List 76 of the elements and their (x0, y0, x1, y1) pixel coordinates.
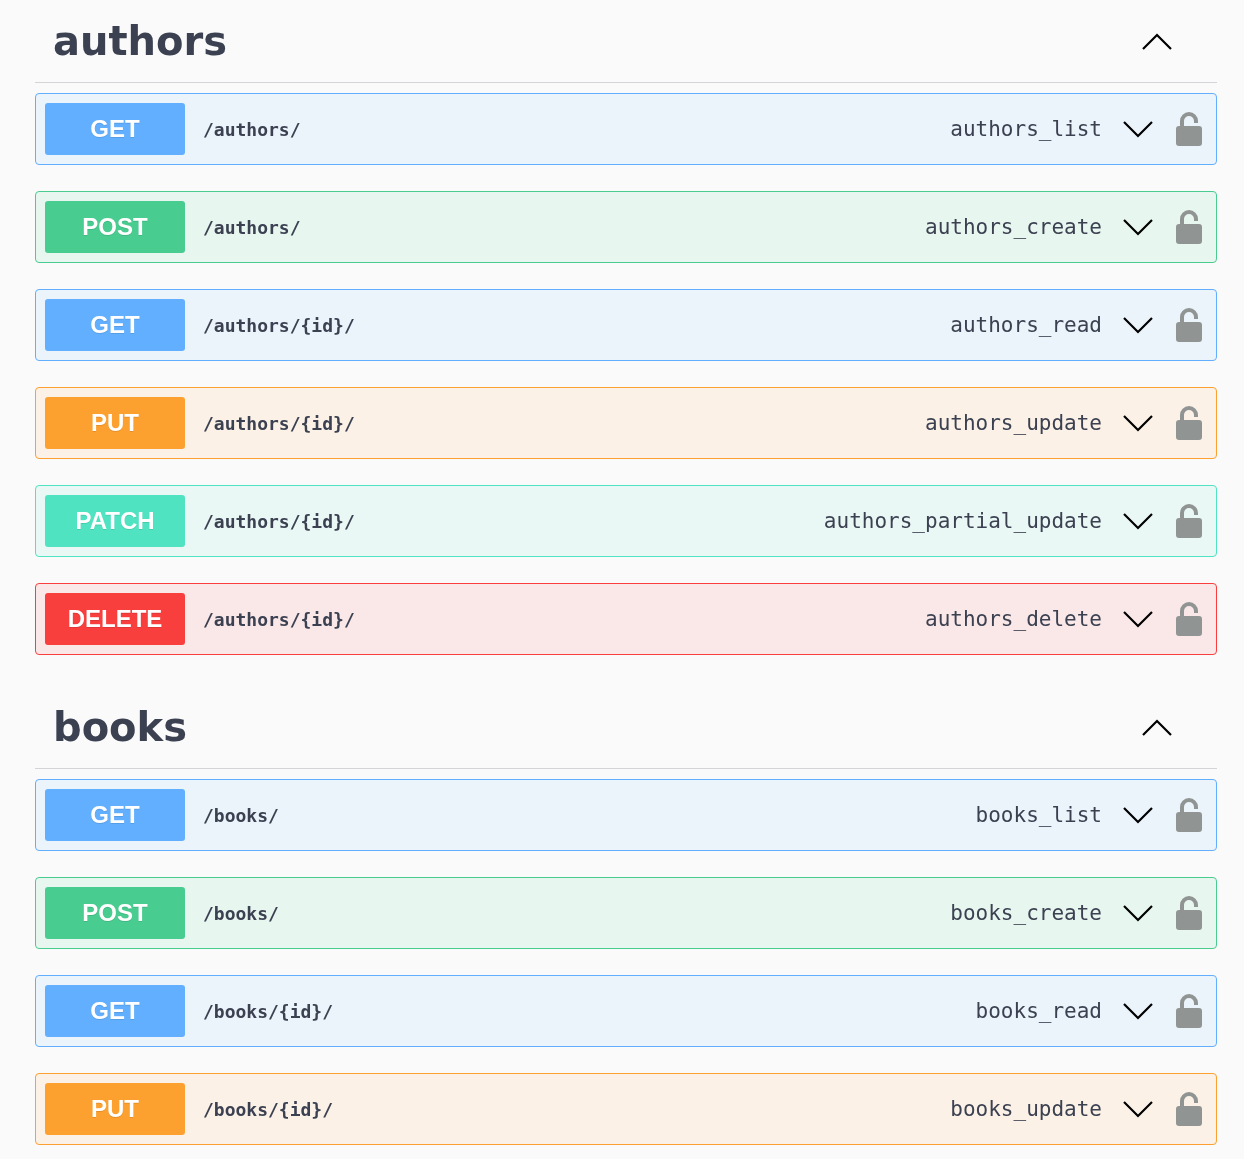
operation-id: books_update (950, 1097, 1102, 1121)
chevron-down-icon (1122, 315, 1154, 335)
endpoint-path: /authors/ (203, 216, 302, 238)
expand-toggle[interactable] (1122, 315, 1154, 335)
method-label: POST (45, 201, 185, 253)
chevron-down-icon (1122, 119, 1154, 139)
method-label: DELETE (45, 593, 185, 645)
endpoint-path: /books/ (203, 902, 280, 924)
operation-row[interactable]: PUT /books/{id}/ books_update (35, 1073, 1217, 1145)
chevron-up-icon (1141, 717, 1173, 737)
method-label: PATCH (45, 495, 185, 547)
expand-toggle[interactable] (1122, 217, 1154, 237)
expand-toggle[interactable] (1122, 413, 1154, 433)
collapse-toggle[interactable] (1141, 717, 1173, 737)
expand-toggle[interactable] (1122, 119, 1154, 139)
chevron-down-icon (1122, 1099, 1154, 1119)
operation-row[interactable]: POST /books/ books_create (35, 877, 1217, 949)
endpoint-path: /authors/{id}/ (203, 510, 356, 532)
chevron-down-icon (1122, 805, 1154, 825)
lock-icon[interactable] (1176, 1092, 1202, 1126)
operation-id: authors_read (950, 313, 1102, 337)
operation-row[interactable]: GET /authors/{id}/ authors_read (35, 289, 1217, 361)
collapse-toggle[interactable] (1141, 31, 1173, 51)
method-label: GET (45, 103, 185, 155)
expand-toggle[interactable] (1122, 903, 1154, 923)
method-label: GET (45, 985, 185, 1037)
endpoint-path: /authors/{id}/ (203, 608, 356, 630)
operation-row[interactable]: PATCH /authors/{id}/ authors_partial_update (35, 485, 1217, 557)
endpoint-path: /authors/{id}/ (203, 314, 356, 336)
method-label: GET (45, 789, 185, 841)
lock-icon[interactable] (1176, 112, 1202, 146)
operation-row[interactable]: GET /books/ books_list (35, 779, 1217, 851)
chevron-down-icon (1122, 413, 1154, 433)
endpoint-path: /books/ (203, 804, 280, 826)
chevron-up-icon (1141, 31, 1173, 51)
chevron-down-icon (1122, 903, 1154, 923)
expand-toggle[interactable] (1122, 1001, 1154, 1021)
lock-icon[interactable] (1176, 210, 1202, 244)
endpoint-path: /authors/ (203, 118, 302, 140)
section-title: books (53, 704, 187, 750)
operation-id: authors_update (925, 411, 1102, 435)
lock-icon[interactable] (1176, 308, 1202, 342)
expand-toggle[interactable] (1122, 805, 1154, 825)
operation-row[interactable]: PUT /authors/{id}/ authors_update (35, 387, 1217, 459)
operation-id: authors_partial_update (823, 509, 1102, 533)
chevron-down-icon (1122, 511, 1154, 531)
endpoint-path: /books/{id}/ (203, 1000, 335, 1022)
operation-row[interactable]: POST /authors/ authors_create (35, 191, 1217, 263)
section-title: authors (53, 18, 228, 64)
method-label: PUT (45, 397, 185, 449)
operation-id: authors_create (925, 215, 1102, 239)
operation-id: authors_list (950, 117, 1102, 141)
lock-icon[interactable] (1176, 406, 1202, 440)
operation-row[interactable]: GET /authors/ authors_list (35, 93, 1217, 165)
operation-id: books_create (950, 901, 1102, 925)
lock-icon[interactable] (1176, 504, 1202, 538)
operation-id: books_list (975, 803, 1102, 827)
method-label: POST (45, 887, 185, 939)
chevron-down-icon (1122, 1001, 1154, 1021)
expand-toggle[interactable] (1122, 609, 1154, 629)
chevron-down-icon (1122, 217, 1154, 237)
operation-row[interactable]: GET /books/{id}/ books_read (35, 975, 1217, 1047)
endpoint-path: /books/{id}/ (203, 1098, 335, 1120)
lock-icon[interactable] (1176, 896, 1202, 930)
operation-id: authors_delete (925, 607, 1102, 631)
chevron-down-icon (1122, 609, 1154, 629)
operation-row[interactable]: DELETE /authors/{id}/ authors_delete (35, 583, 1217, 655)
lock-icon[interactable] (1176, 798, 1202, 832)
expand-toggle[interactable] (1122, 511, 1154, 531)
method-label: GET (45, 299, 185, 351)
operation-id: books_read (975, 999, 1102, 1023)
lock-icon[interactable] (1176, 994, 1202, 1028)
endpoint-path: /authors/{id}/ (203, 412, 356, 434)
lock-icon[interactable] (1176, 602, 1202, 636)
expand-toggle[interactable] (1122, 1099, 1154, 1119)
method-label: PUT (45, 1083, 185, 1135)
